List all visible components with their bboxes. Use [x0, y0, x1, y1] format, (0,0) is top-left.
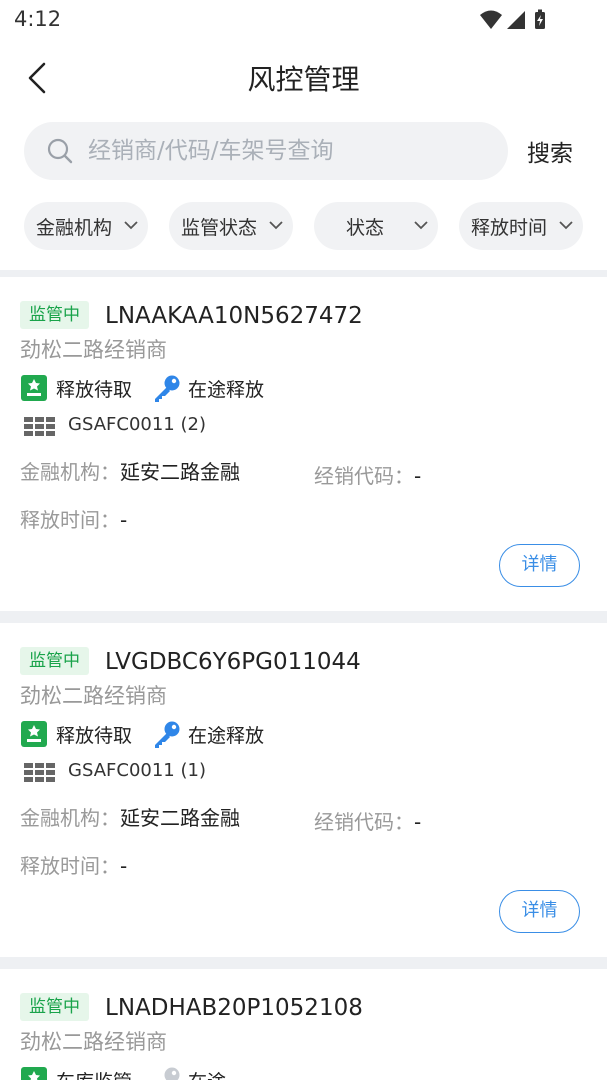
key-icon [155, 375, 180, 402]
tag-label: 在途释放 [188, 725, 265, 747]
filter-status[interactable]: 状态 [314, 202, 438, 250]
filter-supervise-status[interactable]: 监管状态 [169, 202, 293, 250]
nav-bar: 风控管理 [0, 40, 607, 114]
finance-org-field: 金融机构：延安二路金融 [20, 802, 240, 831]
vehicle-card[interactable]: 监管中 LNAAKAA10N5627472 劲松二路经销商 释放待取 在途释放 [0, 277, 607, 611]
wifi-icon [480, 10, 502, 29]
filter-finance-org[interactable]: 金融机构 [24, 202, 148, 250]
signal-icon [507, 11, 525, 29]
field-value: 延安二路金融 [120, 460, 240, 484]
filter-label: 监管状态 [181, 217, 258, 239]
vin-number: LNAAKAA10N5627472 [105, 303, 363, 329]
field-label: 金融机构： [20, 460, 120, 484]
field-label: 释放时间： [20, 854, 120, 878]
vin-number: LNADHAB20P1052108 [105, 995, 363, 1021]
status-icons [480, 9, 545, 29]
search-input[interactable] [88, 122, 488, 180]
card-separator [0, 611, 607, 623]
vin-number: LVGDBC6Y6PG011044 [105, 649, 361, 675]
status-badge: 监管中 [20, 301, 89, 329]
status-badge: 监管中 [20, 647, 89, 675]
stamp-icon [21, 375, 47, 401]
grid-icon [24, 417, 55, 436]
chevron-down-icon [124, 221, 138, 230]
release-time-field: 释放时间：- [20, 850, 127, 879]
status-bar: 4:12 [0, 0, 607, 40]
field-value: 延安二路金融 [120, 806, 240, 830]
filter-row: 金融机构 监管状态 状态 释放时间 [0, 202, 607, 250]
tag-label: 车库监管 [56, 1067, 132, 1080]
key-icon [164, 1067, 180, 1080]
search-button[interactable]: 搜索 [527, 134, 573, 168]
status-badge: 监管中 [20, 993, 89, 1021]
dealer-code-field: 经销代码：- [314, 460, 421, 489]
card-separator [0, 957, 607, 969]
filter-label: 释放时间 [471, 217, 548, 239]
status-time: 4:12 [14, 7, 62, 31]
stamp-icon [21, 1067, 47, 1080]
contract-code: GSAFC0011 (1) [68, 760, 206, 781]
chevron-down-icon [269, 221, 283, 230]
detail-button[interactable]: 详情 [499, 890, 580, 933]
key-icon [155, 721, 180, 748]
tag-label: 在途释放 [188, 379, 265, 401]
field-label: 经销代码： [314, 464, 414, 488]
dealer-name: 劲松二路经销商 [20, 684, 167, 708]
chevron-down-icon [414, 221, 428, 230]
vehicle-card[interactable]: 监管中 LVGDBC6Y6PG011044 劲松二路经销商 释放待取 在途释放 [0, 623, 607, 957]
filter-label: 金融机构 [36, 217, 113, 239]
battery-icon [535, 9, 545, 29]
chevron-down-icon [559, 221, 573, 230]
tag-label: 在途 [188, 1067, 226, 1080]
field-value: - [414, 464, 422, 488]
filter-label: 状态 [346, 217, 385, 239]
grid-icon [24, 763, 55, 782]
search-row: 搜索 [0, 122, 607, 180]
dealer-code-field: 经销代码：- [314, 806, 421, 835]
vehicle-card[interactable]: 监管中 LNADHAB20P1052108 劲松二路经销商 车库监管 在途 [0, 969, 607, 1080]
tag-label: 释放待取 [56, 725, 133, 747]
dealer-name: 劲松二路经销商 [20, 338, 167, 362]
detail-button[interactable]: 详情 [499, 544, 580, 587]
filter-release-time[interactable]: 释放时间 [459, 202, 583, 250]
field-label: 金融机构： [20, 806, 120, 830]
search-box[interactable] [24, 122, 508, 180]
tag-label: 释放待取 [56, 379, 133, 401]
field-label: 经销代码： [314, 810, 414, 834]
contract-code: GSAFC0011 (2) [68, 414, 206, 435]
divider [0, 270, 607, 277]
field-label: 释放时间： [20, 508, 120, 532]
finance-org-field: 金融机构：延安二路金融 [20, 456, 240, 485]
dealer-name: 劲松二路经销商 [20, 1030, 167, 1054]
search-icon [47, 138, 73, 164]
field-value: - [120, 854, 128, 878]
release-time-field: 释放时间：- [20, 504, 127, 533]
stamp-icon [21, 721, 47, 747]
field-value: - [120, 508, 128, 532]
field-value: - [414, 810, 422, 834]
page-title: 风控管理 [247, 63, 360, 96]
